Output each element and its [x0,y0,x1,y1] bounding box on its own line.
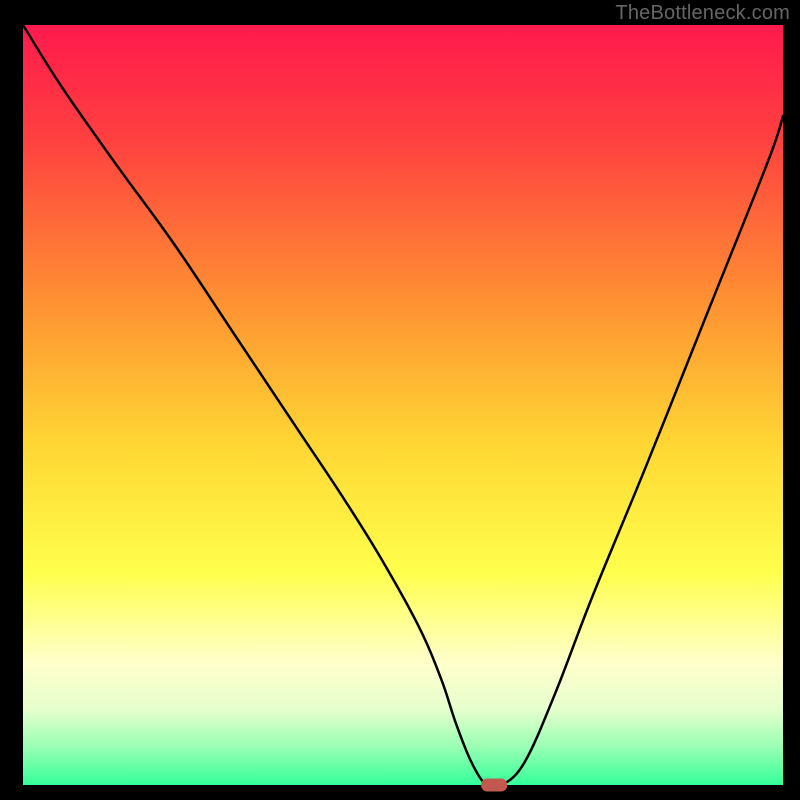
optimal-marker [481,779,507,792]
bottleneck-chart [0,0,800,800]
plot-background [23,25,783,785]
watermark-text: TheBottleneck.com [615,2,790,25]
